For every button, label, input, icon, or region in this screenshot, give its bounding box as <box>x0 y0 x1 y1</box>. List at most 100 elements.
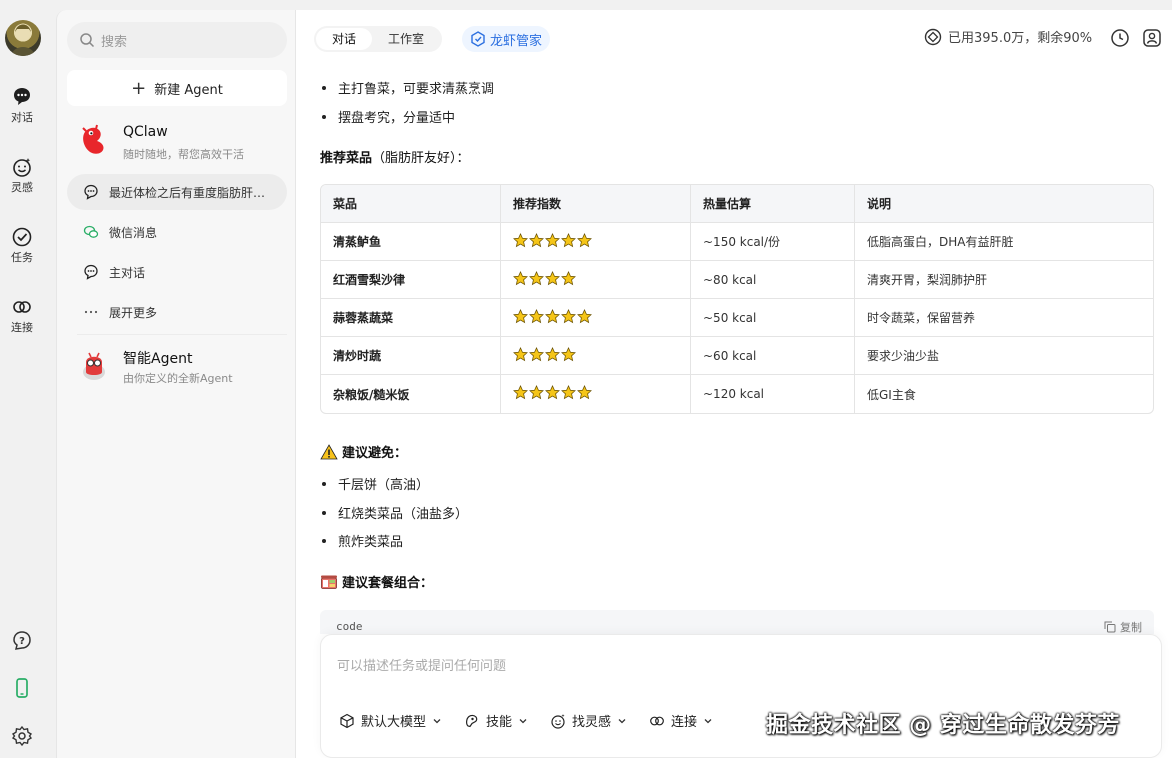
col-header-rating: 推荐指数 <box>501 185 691 223</box>
star-rating <box>513 232 592 248</box>
skills-button[interactable]: 技能 <box>464 711 528 730</box>
tab-chat[interactable]: 对话 <box>316 28 373 50</box>
chat-bubble-icon <box>14 88 30 105</box>
sidebar-item-wechat[interactable]: 微信消息 <box>67 214 287 250</box>
rail-label-inspiration: 灵感 <box>11 181 33 194</box>
list-item: 主打鲁菜，可要求清蒸烹调 <box>320 78 494 97</box>
star-icon <box>513 385 528 400</box>
link-icon <box>13 301 31 313</box>
link-icon <box>650 716 664 725</box>
star-icon <box>529 385 544 400</box>
cube-icon <box>340 713 354 728</box>
star-icon <box>545 385 560 400</box>
smile-sparkle-icon <box>13 158 31 177</box>
rail-label-connect: 连接 <box>11 321 33 334</box>
rail-item-connect[interactable]: 连接 <box>0 296 44 335</box>
copy-icon <box>1104 621 1116 633</box>
rating-stars <box>501 261 691 299</box>
table-row: 蒜蓉蒸蔬菜 ~50 kcal 时令蔬菜，保留营养 <box>321 299 1153 337</box>
find-inspiration-button[interactable]: 找灵感 <box>550 711 627 730</box>
recommend-heading-note: （脂肪肝友好）： <box>372 151 470 166</box>
find-inspiration-label: 找灵感 <box>572 715 612 730</box>
qclaw-subtitle: 随时随地，帮您高效干活 <box>123 148 244 161</box>
rail-item-inspiration[interactable]: 灵感 <box>0 156 44 195</box>
settings-icon[interactable] <box>10 724 34 748</box>
conversation-item-active[interactable]: 最近体检之后有重度脂肪肝… <box>67 174 287 210</box>
qclaw-logo-icon <box>82 124 104 154</box>
sidebar-item-main-chat-label: 主对话 <box>109 265 146 280</box>
search-input[interactable]: 搜索 <box>67 22 287 58</box>
window-top-strip <box>0 0 1172 10</box>
table-row: 清蒸鲈鱼 ~150 kcal/份 低脂高蛋白，DHA有益肝脏 <box>321 223 1153 261</box>
connect-button[interactable]: 连接 <box>649 711 713 730</box>
search-icon <box>80 33 95 48</box>
sidebar-item-show-more[interactable]: 展开更多 <box>67 294 287 330</box>
star-icon <box>561 308 576 323</box>
agent-card-qclaw[interactable]: QClaw 随时随地，帮您高效干活 <box>77 122 287 166</box>
new-agent-button[interactable]: + 新建 Agent <box>67 70 287 106</box>
kcal-cell: ~150 kcal/份 <box>691 223 855 261</box>
tab-studio[interactable]: 工作室 <box>372 28 440 50</box>
sidebar: 搜索 + 新建 Agent QClaw 随时随地，帮您高效干活 最近体检之后有重… <box>56 10 296 758</box>
search-placeholder: 搜索 <box>101 34 128 50</box>
star-rating <box>513 385 592 400</box>
more-dots-icon <box>84 310 98 314</box>
smart-agent-name: 智能Agent <box>123 351 193 367</box>
model-select-label: 默认大模型 <box>361 715 427 730</box>
sidebar-divider <box>77 334 287 335</box>
new-agent-label: 新建 Agent <box>154 82 223 98</box>
combo-heading: 建议套餐组合： <box>320 572 433 591</box>
top-bar: 对话 工作室 龙虾管家 已用395.0万，剩余90% <box>296 10 1172 66</box>
note-cell: 清爽开胃，梨润肺护肝 <box>855 261 1153 299</box>
star-icon <box>513 270 528 285</box>
star-icon <box>561 385 576 400</box>
star-icon <box>545 346 560 361</box>
star-icon <box>513 232 528 247</box>
sidebar-item-show-more-label: 展开更多 <box>109 305 158 320</box>
watermark: 掘金技术社区 @ 穿过生命散发芬芳 <box>766 713 1120 738</box>
rail-label-tasks: 任务 <box>11 251 33 264</box>
table-row: 杂粮饭/糙米饭 ~120 kcal 低GI主食 <box>321 375 1153 413</box>
chevron-down-icon <box>618 718 626 723</box>
rating-stars <box>501 299 691 337</box>
connect-label: 连接 <box>671 715 698 730</box>
star-icon <box>529 308 544 323</box>
sidebar-item-main-chat[interactable]: 主对话 <box>67 254 287 290</box>
chat-dots-icon <box>84 184 98 200</box>
message-composer[interactable]: 可以描述任务或提问任何问题 默认大模型 技能 找灵感 连接 <box>320 634 1162 758</box>
help-icon[interactable]: ? <box>10 628 34 652</box>
profile-icon[interactable] <box>1142 28 1162 48</box>
recommend-heading-text: 推荐菜品 <box>320 151 373 166</box>
col-header-kcal: 热量估算 <box>691 185 855 223</box>
note-cell: 低GI主食 <box>867 387 916 402</box>
avoid-heading: 建议避免： <box>320 442 407 461</box>
rail-item-tasks[interactable]: 任务 <box>0 226 44 265</box>
avoid-heading-text: 建议避免： <box>342 446 408 461</box>
chevron-down-icon <box>519 718 527 723</box>
phone-icon[interactable] <box>10 676 34 700</box>
history-clock-icon[interactable] <box>1110 28 1130 48</box>
star-icon <box>561 232 576 247</box>
kcal-cell: ~80 kcal <box>691 261 855 299</box>
user-avatar[interactable] <box>5 20 41 56</box>
list-item: 煎炸类菜品 <box>320 531 403 550</box>
agent-card-smart-agent[interactable]: 智能Agent 由你定义的全新Agent <box>77 346 287 390</box>
hexagon-shield-icon <box>471 31 485 47</box>
chevron-down-icon <box>433 718 441 723</box>
star-rating <box>513 308 592 324</box>
model-select-button[interactable]: 默认大模型 <box>339 711 442 730</box>
skill-icon <box>466 714 478 727</box>
lobster-manager-button[interactable]: 龙虾管家 <box>462 26 551 52</box>
chat-dots-icon <box>84 264 98 280</box>
rail-item-chat[interactable]: 对话 <box>0 86 44 125</box>
recommend-heading: 推荐菜品 （脂肪肝友好）： <box>320 147 470 166</box>
usage-indicator[interactable]: 已用395.0万，剩余90% <box>924 27 1092 46</box>
smart-agent-logo-icon <box>83 352 105 380</box>
copy-code-button[interactable]: 复制 <box>1104 619 1142 635</box>
list-item: 千层饼（高油） <box>320 474 429 493</box>
copy-label: 复制 <box>1120 621 1142 634</box>
bento-box-icon <box>321 575 337 589</box>
dish-name: 清炒时蔬 <box>321 337 501 375</box>
list-item: 红烧类菜品（油盐多） <box>320 503 468 522</box>
star-icon <box>561 270 576 285</box>
